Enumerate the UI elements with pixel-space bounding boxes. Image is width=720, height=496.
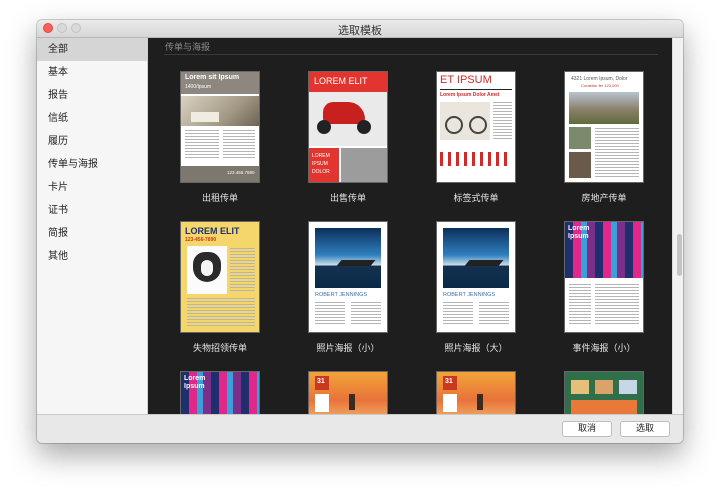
sidebar-item-newsletters[interactable]: 简报 (37, 222, 147, 245)
section-title: 传单与海报 (165, 43, 211, 53)
sidebar-item-basic[interactable]: 基本 (37, 61, 147, 84)
template-label: 出售传单 (329, 194, 366, 204)
template-label: 失物招领传单 (192, 344, 247, 354)
choose-button[interactable]: 选取 (620, 421, 670, 437)
sidebar-item-certificates[interactable]: 证书 (37, 199, 147, 222)
sidebar-item-resumes[interactable]: 履历 (37, 130, 147, 153)
template-gallery: 传单与海报 Lorem sit Ipsum 1400/Ipsum 123.456… (148, 38, 672, 414)
template-sports-poster-small[interactable]: 31 (309, 372, 387, 414)
template-label: 出租传单 (201, 194, 238, 204)
template-photo-poster-small[interactable]: ROBERT JENNINGS (309, 222, 387, 332)
category-sidebar: 全部 基本 报告 信纸 履历 传单与海报 卡片 证书 简报 其他 (37, 38, 148, 414)
section-divider (164, 54, 658, 55)
template-event-poster-small[interactable]: Lorem Ipsum (565, 222, 643, 332)
template-chooser-window: 选取模板 全部 基本 报告 信纸 履历 传单与海报 卡片 证书 简报 其他 传单… (37, 20, 683, 443)
template-school-poster[interactable] (565, 372, 643, 414)
sidebar-item-other[interactable]: 其他 (37, 245, 147, 268)
sidebar-item-all[interactable]: 全部 (37, 38, 147, 61)
cancel-button[interactable]: 取消 (562, 421, 612, 437)
template-tag-flyer[interactable]: ET IPSUM Lorem Ipsum Dolor Amet (437, 72, 515, 182)
template-label: 照片海报（小） (316, 344, 380, 354)
template-label: 房地产传单 (581, 194, 627, 204)
sidebar-item-stationery[interactable]: 信纸 (37, 107, 147, 130)
template-label: 标签式传单 (453, 194, 499, 204)
dialog-footer: 取消 选取 (37, 414, 683, 443)
window-title: 选取模板 (338, 24, 382, 37)
scrollbar-thumb[interactable] (677, 234, 682, 276)
template-photo-poster-large[interactable]: ROBERT JENNINGS (437, 222, 515, 332)
template-sports-poster-large[interactable]: 31 (437, 372, 515, 414)
template-label: 事件海报（小） (572, 344, 636, 354)
template-label: 照片海报（大） (444, 344, 508, 354)
template-rental-flyer[interactable]: Lorem sit Ipsum 1400/Ipsum 123.456.7890 (181, 72, 259, 182)
template-event-poster-large[interactable]: Lorem Ipsum (181, 372, 259, 414)
title-bar: 选取模板 (37, 20, 683, 38)
template-real-estate-flyer[interactable]: 4321 Lorem Ipsum, Dolor Curabitur fer 12… (565, 72, 643, 182)
template-sale-flyer[interactable]: LOREM ELIT LOREM IPSUM DOLOR (309, 72, 387, 182)
sidebar-item-reports[interactable]: 报告 (37, 84, 147, 107)
sidebar-item-flyers-posters[interactable]: 传单与海报 (37, 153, 147, 176)
vertical-scrollbar[interactable] (672, 38, 683, 414)
template-lost-found-flyer[interactable]: LOREM ELIT 123-456-7890 (181, 222, 259, 332)
sidebar-item-cards[interactable]: 卡片 (37, 176, 147, 199)
